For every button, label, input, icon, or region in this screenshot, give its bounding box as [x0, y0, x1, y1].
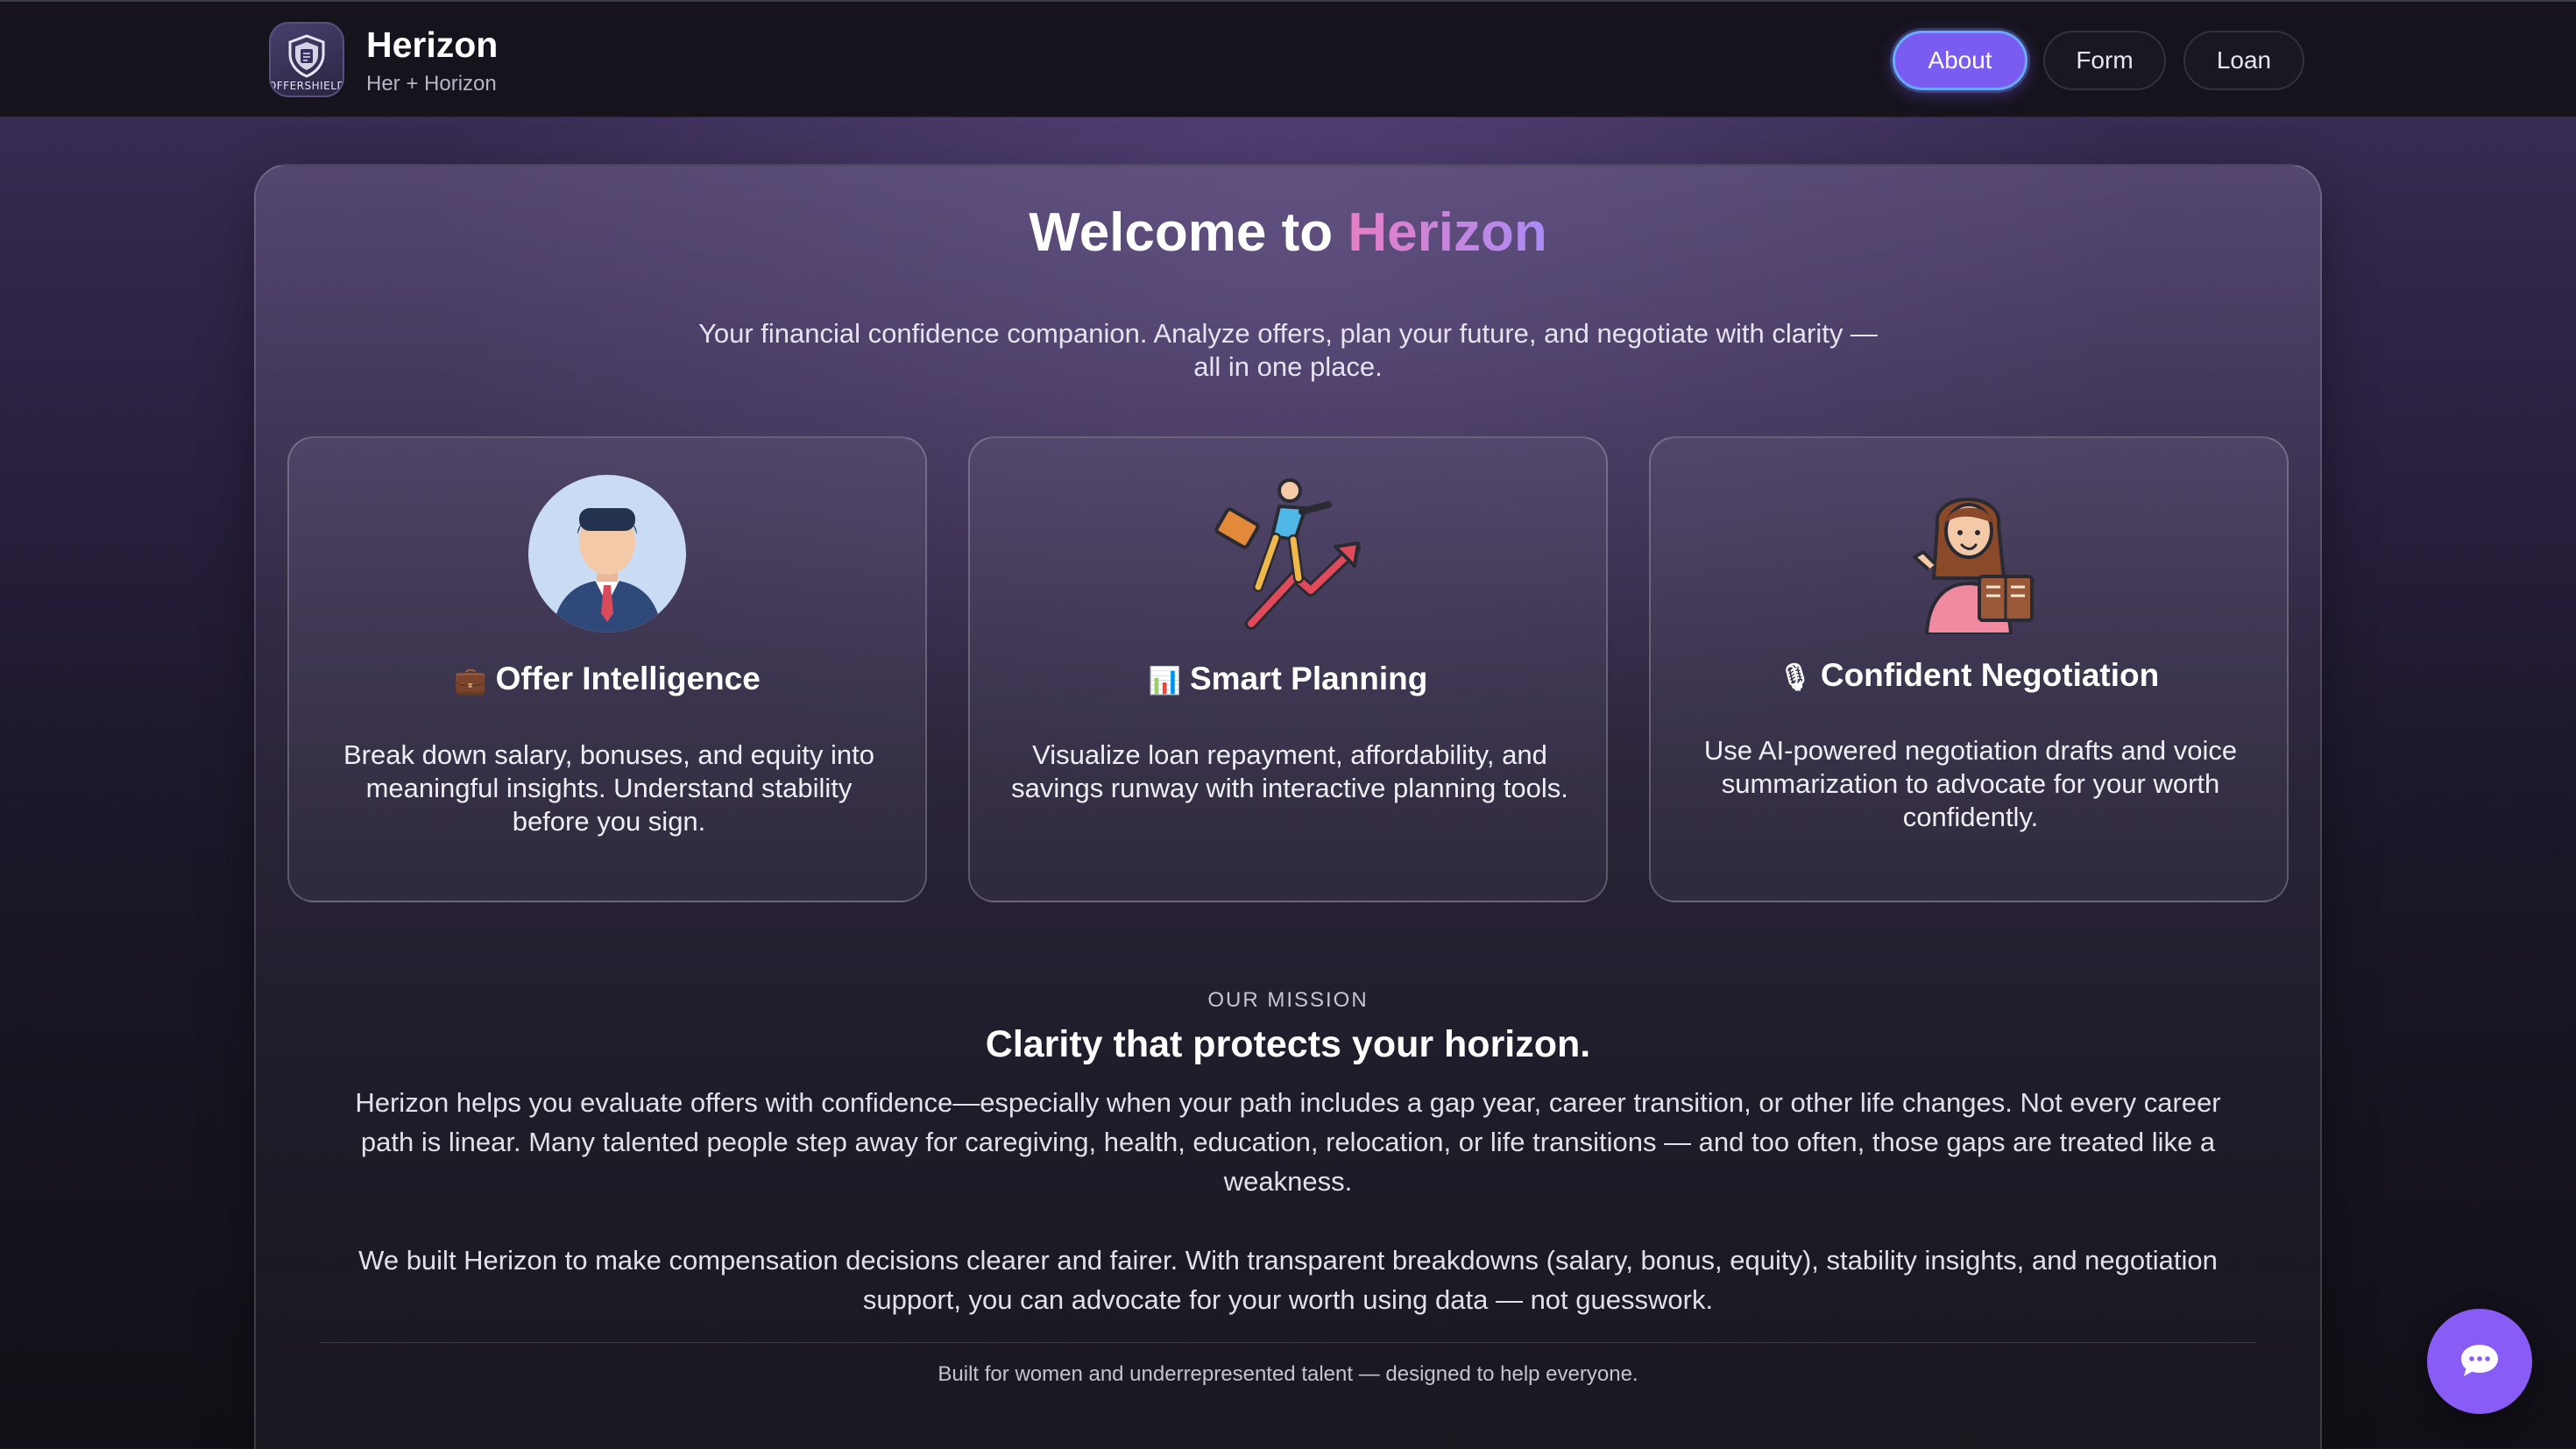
brand-subtitle: Her + Horizon	[366, 72, 497, 95]
climbing-growth-arrow-icon	[1214, 478, 1361, 630]
top-navbar: OFFERSHIELD Herizon Her + Horizon About …	[0, 0, 2576, 117]
mission-title: Clarity that protects your horizon.	[985, 1023, 1591, 1065]
nav-about-button[interactable]: About	[1893, 31, 2028, 90]
businessman-avatar-icon	[528, 475, 686, 633]
feature-card-offer-intelligence: 💼 Offer Intelligence Break down salary, b…	[287, 436, 927, 902]
mission-paragraph-2: We built Herizon to make compensation de…	[358, 1245, 2218, 1315]
feature-title: 💼 Offer Intelligence	[289, 661, 925, 697]
mission-footnote: Built for women and underrepresented tal…	[938, 1362, 1638, 1386]
welcome-heading: Welcome to Herizon	[0, 201, 2576, 264]
brand-title: Herizon	[366, 25, 499, 65]
brand-logo[interactable]: OFFERSHIELD	[269, 22, 344, 97]
nav-loan-button[interactable]: Loan	[2183, 31, 2304, 90]
microphone-icon: 🎙	[1778, 662, 1812, 693]
nav-form-button[interactable]: Form	[2043, 31, 2166, 90]
feature-description: Use AI-powered negotiation drafts and vo…	[1703, 735, 2238, 832]
mission-label: OUR MISSION	[1207, 988, 1369, 1012]
feature-title-text: Confident Negotiation	[1820, 657, 2160, 693]
feature-title-text: Offer Intelligence	[495, 661, 761, 696]
mission-paragraph-1: Herizon helps you evaluate offers with c…	[355, 1087, 2221, 1197]
welcome-prefix: Welcome to	[1029, 202, 1348, 263]
chat-button[interactable]	[2427, 1309, 2532, 1414]
intro-text: Your financial confidence companion. Ana…	[698, 318, 1878, 382]
feature-card-confident-negotiation: 🎙 Confident Negotiation Use AI-powered ne…	[1649, 436, 2289, 902]
welcome-brand: Herizon	[1348, 202, 1547, 263]
briefcase-icon: 💼	[454, 666, 487, 696]
feature-card-smart-planning: 📊 Smart Planning Visualize loan repayment…	[968, 436, 1608, 902]
woman-with-book-icon	[1913, 498, 2034, 634]
feature-title: 🎙 Confident Negotiation	[1651, 657, 2287, 694]
shield-logo-icon	[288, 33, 325, 78]
feature-title: 📊 Smart Planning	[970, 661, 1606, 697]
bar-chart-icon: 📊	[1148, 666, 1181, 696]
feature-title-text: Smart Planning	[1189, 661, 1428, 696]
chat-bubble-icon	[2461, 1345, 2498, 1376]
logo-wordmark: OFFERSHIELD	[269, 79, 344, 92]
feature-description: Visualize loan repayment, affordability,…	[1011, 739, 1568, 803]
feature-description: Break down salary, bonuses, and equity i…	[343, 739, 874, 837]
divider	[320, 1342, 2256, 1343]
